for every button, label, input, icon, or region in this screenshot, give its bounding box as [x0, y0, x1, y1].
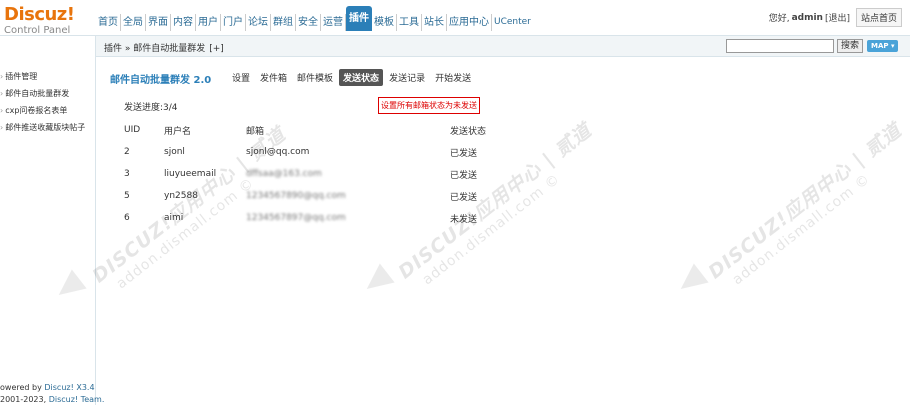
nav-safe[interactable]: 安全 [296, 14, 321, 31]
table-row: 2 sjonl sjonl@qq.com 已发送 [124, 141, 510, 163]
tab-send-log[interactable]: 发送记录 [385, 69, 429, 86]
tab-start-send[interactable]: 开始发送 [431, 69, 475, 86]
nav-style[interactable]: 界面 [146, 14, 171, 31]
tab-settings[interactable]: 设置 [228, 69, 254, 86]
cell-username: yn2588 [164, 191, 198, 201]
watermark-arrow-icon [673, 263, 709, 299]
watermark: DISCUZ!应用中心 | 贰道 addon.dismall.com © [704, 119, 906, 289]
table-row: 5 yn2588 1234567890@qq.com 已发送 [124, 185, 510, 207]
user-bar: 您好, admin [退出] 站点首页 [769, 8, 902, 27]
logo-subtitle: Control Panel [4, 25, 71, 36]
cell-status: 未发送 [450, 214, 478, 225]
send-status-table: UID 用户名 邮箱 发送状态 2 sjonl sjonl@qq.com 已发送… [124, 119, 510, 229]
bullet-icon: › [0, 89, 4, 98]
cell-email-masked: 1234567890@qq.com [246, 191, 346, 201]
bullet-icon: › [0, 106, 4, 115]
footer-copyright-text: 2001-2023, [0, 395, 49, 404]
table-row: 6 aimi 1234567897@qq.com 未发送 [124, 207, 510, 229]
main-content: DISCUZ!应用中心 | 贰道 addon.dismall.com © DIS… [51, 57, 910, 405]
powered-by-footer: owered by Discuz! X3.4 2001-2023, Discuz… [0, 382, 104, 405]
sidebar-item-label: cxp问卷报名表单 [5, 106, 68, 115]
nav-global[interactable]: 全局 [121, 14, 146, 31]
col-username: 用户名 [164, 126, 192, 137]
table-row: 3 liuyueemail dffsaa@163.com 已发送 [124, 163, 510, 185]
nav-founder[interactable]: 站长 [422, 14, 447, 31]
search-button[interactable]: 搜索 [837, 39, 864, 53]
footer-powered-text: owered by [0, 383, 45, 392]
table-header-row: UID 用户名 邮箱 发送状态 [124, 119, 510, 141]
plugin-title: 邮件自动批量群发 2.0 [110, 75, 212, 86]
send-progress: 发送进度:3/4 [124, 103, 178, 113]
reset-status-button[interactable]: 设置所有邮箱状态为未发送 [378, 97, 480, 114]
cell-email-masked: dffsaa@163.com [246, 169, 322, 179]
cell-status: 已发送 [450, 148, 478, 159]
cell-email-masked: 1234567897@qq.com [246, 213, 346, 223]
cell-status: 已发送 [450, 192, 478, 203]
search-input[interactable] [726, 39, 834, 53]
sub-bar: 插件 » 邮件自动批量群发 [+] 搜索 MAP ▾ [96, 36, 910, 57]
site-home-button[interactable]: 站点首页 [855, 8, 902, 27]
watermark-arrow-icon [359, 263, 395, 299]
sidebar-item-label: 插件管理 [5, 72, 38, 81]
cell-username: liuyueemail [164, 169, 217, 179]
logo-brand: Discuz! [4, 4, 75, 25]
sidebar-item-label: 邮件自动批量群发 [5, 89, 70, 98]
cell-uid: 6 [124, 213, 130, 223]
nav-portal[interactable]: 门户 [221, 14, 246, 31]
top-nav: 首页 全局 界面 内容 用户 门户 论坛 群组 安全 运营 插件 模板 工具 站… [96, 6, 533, 35]
bullet-icon: › [0, 123, 4, 132]
nav-app-center[interactable]: 应用中心 [447, 14, 492, 31]
nav-users[interactable]: 用户 [196, 14, 221, 31]
bullet-icon: › [0, 72, 4, 81]
col-uid: UID [124, 125, 141, 135]
logout-link[interactable]: [退出] [825, 11, 850, 24]
sidebar-item-label: 邮件推送收藏版块帖子 [5, 123, 86, 132]
cell-username: aimi [164, 213, 184, 223]
username: admin [791, 12, 823, 23]
col-status: 发送状态 [450, 126, 487, 137]
nav-forum[interactable]: 论坛 [246, 14, 271, 31]
sidebar-item-cxp-form[interactable]: › cxp问卷报名表单 [0, 102, 85, 119]
col-email: 邮箱 [246, 126, 265, 137]
nav-group[interactable]: 群组 [271, 14, 296, 31]
cell-username: sjonl [164, 147, 185, 157]
tab-outbox[interactable]: 发件箱 [256, 69, 291, 86]
nav-operation[interactable]: 运营 [321, 14, 346, 31]
nav-template[interactable]: 模板 [372, 14, 397, 31]
sidebar: › 插件管理 › 邮件自动批量群发 › cxp问卷报名表单 › 邮件推送收藏版块帖子 o… [0, 36, 104, 405]
cell-uid: 2 [124, 147, 130, 157]
nav-home[interactable]: 首页 [96, 14, 121, 31]
nav-tools[interactable]: 工具 [397, 14, 422, 31]
cell-uid: 5 [124, 191, 130, 201]
sidebar-item-plugin-manage[interactable]: › 插件管理 [0, 68, 85, 85]
nav-plugin[interactable]: 插件 [346, 6, 372, 31]
plugin-tabs: 设置 发件箱 邮件模板 发送状态 发送记录 开始发送 [228, 69, 477, 86]
tab-mail-template[interactable]: 邮件模板 [293, 69, 337, 86]
cell-email: sjonl@qq.com [246, 147, 310, 157]
sidebar-item-mail-batch[interactable]: › 邮件自动批量群发 [0, 85, 85, 102]
sidebar-menu: › 插件管理 › 邮件自动批量群发 › cxp问卷报名表单 › 邮件推送收藏版块帖子 [0, 68, 85, 136]
nav-content[interactable]: 内容 [171, 14, 196, 31]
breadcrumb-text: 插件 » 邮件自动批量群发 [104, 44, 206, 54]
add-shortcut-link[interactable]: [+] [209, 44, 224, 54]
sidebar-item-mail-push[interactable]: › 邮件推送收藏版块帖子 [0, 119, 85, 136]
nav-ucenter[interactable]: UCenter [492, 14, 533, 31]
cell-uid: 3 [124, 169, 130, 179]
top-header: Discuz! Control Panel 首页 全局 界面 内容 用户 门户 … [0, 0, 910, 36]
tab-send-status[interactable]: 发送状态 [339, 69, 384, 86]
greeting: 您好, [768, 14, 790, 24]
footer-discuz-link[interactable]: Discuz! X3.4 [44, 383, 94, 392]
map-button[interactable]: MAP ▾ [867, 40, 899, 52]
breadcrumb: 插件 » 邮件自动批量群发 [+] [104, 41, 224, 54]
cell-status: 已发送 [450, 170, 478, 181]
discuz-logo[interactable]: Discuz! Control Panel [4, 4, 94, 37]
